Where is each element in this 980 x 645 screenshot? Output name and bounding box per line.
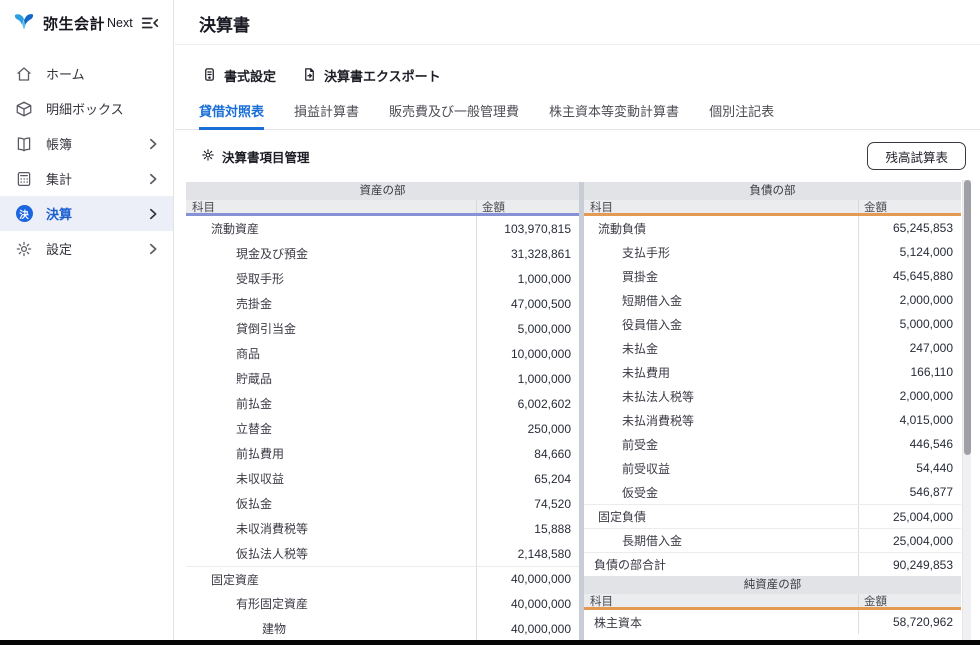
table-row[interactable]: 受取手形 1,000,000 bbox=[186, 266, 579, 291]
sidebar-nav: ホーム 明細ボックス 帳簿 集計 bbox=[0, 46, 173, 266]
home-icon bbox=[15, 65, 33, 83]
toolbar: 書式設定 決算書エクスポート bbox=[202, 66, 441, 85]
app-window: 弥生会計 Next ホーム 明細ボックス bbox=[0, 0, 980, 645]
table-row[interactable]: 立替金 250,000 bbox=[186, 416, 579, 441]
table-row[interactable]: 流動負債 65,245,853 bbox=[584, 216, 961, 240]
net-assets-column-header: 科目 金額 bbox=[584, 594, 961, 610]
table-row[interactable]: 固定資産 40,000,000 bbox=[186, 566, 579, 591]
tab-equity-changes[interactable]: 株主資本等変動計算書 bbox=[549, 99, 679, 130]
statement-item-manage-button[interactable]: 決算書項目管理 bbox=[201, 147, 310, 166]
table-row[interactable]: 売掛金 47,000,500 bbox=[186, 291, 579, 316]
book-icon bbox=[15, 135, 33, 153]
tab-notes[interactable]: 個別注記表 bbox=[709, 99, 774, 130]
tab-profit-loss[interactable]: 損益計算書 bbox=[294, 99, 359, 130]
table-row[interactable]: 未払費用 166,110 bbox=[584, 360, 961, 384]
table-row[interactable]: 建物 40,000,000 bbox=[186, 616, 579, 640]
table-row[interactable]: 未払金 247,000 bbox=[584, 336, 961, 360]
chevron-right-icon bbox=[146, 242, 160, 256]
yayoi-logo-icon bbox=[12, 9, 36, 38]
table-row[interactable]: 貯蔵品 1,000,000 bbox=[186, 366, 579, 391]
format-settings-icon bbox=[202, 67, 217, 85]
chevron-right-icon bbox=[146, 207, 160, 221]
sidebar-item-settings[interactable]: 設定 bbox=[0, 231, 173, 266]
manage-row: 決算書項目管理 残高試算表 bbox=[175, 138, 980, 174]
export-button[interactable]: 決算書エクスポート bbox=[302, 66, 441, 85]
sidebar-item-detail-box[interactable]: 明細ボックス bbox=[0, 91, 173, 126]
table-row[interactable]: 固定負債 25,004,000 bbox=[584, 504, 961, 528]
table-row[interactable]: 前受収益 54,440 bbox=[584, 456, 961, 480]
box-icon bbox=[15, 100, 33, 118]
table-row[interactable]: 仮払法人税等 2,148,580 bbox=[186, 541, 579, 566]
table-row[interactable]: 仮払金 74,520 bbox=[186, 491, 579, 516]
sidebar-item-books[interactable]: 帳簿 bbox=[0, 126, 173, 161]
table-row[interactable]: 前払費用 84,660 bbox=[186, 441, 579, 466]
assets-column-header: 科目 金額 bbox=[186, 200, 579, 216]
tab-strip: 貸借対照表 損益計算書 販売費及び一般管理費 株主資本等変動計算書 個別注記表 bbox=[175, 99, 980, 130]
table-row[interactable]: 仮受金 546,877 bbox=[584, 480, 961, 504]
export-icon bbox=[302, 67, 317, 85]
assets-section-header: 資産の部 bbox=[186, 182, 579, 200]
table-row[interactable]: 短期借入金 2,000,000 bbox=[584, 288, 961, 312]
table-row[interactable]: 商品 10,000,000 bbox=[186, 341, 579, 366]
table-row[interactable]: 前受金 446,546 bbox=[584, 432, 961, 456]
sidebar-item-home[interactable]: ホーム bbox=[0, 56, 173, 91]
format-settings-button[interactable]: 書式設定 bbox=[202, 66, 276, 85]
brand-suffix: Next bbox=[107, 16, 133, 30]
liabilities-section-header: 負債の部 bbox=[584, 182, 961, 200]
scrollbar-thumb[interactable] bbox=[964, 180, 971, 455]
page-title: 決算書 bbox=[199, 11, 250, 36]
table-row[interactable]: 流動資産 103,970,815 bbox=[186, 216, 579, 241]
table-row[interactable]: 支払手形 5,124,000 bbox=[584, 240, 961, 264]
table-row[interactable]: 未払法人税等 2,000,000 bbox=[584, 384, 961, 408]
trial-balance-button[interactable]: 残高試算表 bbox=[867, 142, 966, 170]
table-row[interactable]: 未収収益 65,204 bbox=[186, 466, 579, 491]
table-row[interactable]: 有形固定資産 40,000,000 bbox=[186, 591, 579, 616]
settlement-icon: 決 bbox=[15, 205, 33, 223]
main-content: 決算書 書式設定 決算書エクスポート 貸借対照表 損益計算書 販売費及び一般管理… bbox=[175, 0, 980, 645]
sidebar-item-aggregation[interactable]: 集計 bbox=[0, 161, 173, 196]
table-row[interactable]: 株主資本 58,720,962 bbox=[584, 610, 961, 634]
sidebar: 弥生会計 Next ホーム 明細ボックス bbox=[0, 0, 174, 645]
chevron-right-icon bbox=[146, 172, 160, 186]
gear-icon bbox=[201, 148, 215, 165]
calculator-icon bbox=[15, 170, 33, 188]
table-row[interactable]: 前払金 6,002,602 bbox=[186, 391, 579, 416]
header-divider bbox=[175, 44, 980, 45]
table-row[interactable]: 長期借入金 25,004,000 bbox=[584, 528, 961, 552]
liabilities-column-header: 科目 金額 bbox=[584, 200, 961, 216]
net-assets-section-header: 純資産の部 bbox=[584, 576, 961, 594]
tab-sga[interactable]: 販売費及び一般管理費 bbox=[389, 99, 519, 130]
net-assets-rows: 株主資本 58,720,962 bbox=[584, 610, 961, 634]
tab-balance-sheet[interactable]: 貸借対照表 bbox=[199, 99, 264, 130]
sidebar-item-settlement[interactable]: 決 決算 bbox=[0, 196, 173, 231]
table-row[interactable]: 現金及び預金 31,328,861 bbox=[186, 241, 579, 266]
liabilities-table: 負債の部 科目 金額 流動負債 65,245,853 支払手形 5,124,00… bbox=[584, 182, 961, 640]
vertical-scrollbar[interactable] bbox=[962, 180, 971, 640]
logo-row: 弥生会計 Next bbox=[0, 0, 173, 46]
liabilities-rows: 流動負債 65,245,853 支払手形 5,124,000 買掛金 45,64… bbox=[584, 216, 961, 576]
window-bottom-edge bbox=[0, 640, 980, 645]
table-row[interactable]: 未払消費税等 4,015,000 bbox=[584, 408, 961, 432]
brand-name: 弥生会計 bbox=[43, 13, 105, 34]
table-row[interactable]: 未収消費税等 15,888 bbox=[186, 516, 579, 541]
table-row[interactable]: 買掛金 45,645,880 bbox=[584, 264, 961, 288]
chevron-right-icon bbox=[146, 137, 160, 151]
assets-table: 資産の部 科目 金額 流動資産 103,970,815 現金及び預金 31,32… bbox=[186, 182, 579, 640]
table-row[interactable]: 貸倒引当金 5,000,000 bbox=[186, 316, 579, 341]
table-row[interactable]: 負債の部合計 90,249,853 bbox=[584, 552, 961, 576]
sidebar-collapse-icon[interactable] bbox=[139, 12, 161, 34]
table-row[interactable]: 役員借入金 5,000,000 bbox=[584, 312, 961, 336]
assets-rows: 流動資産 103,970,815 現金及び預金 31,328,861 受取手形 … bbox=[186, 216, 579, 640]
gear-icon bbox=[15, 240, 33, 258]
